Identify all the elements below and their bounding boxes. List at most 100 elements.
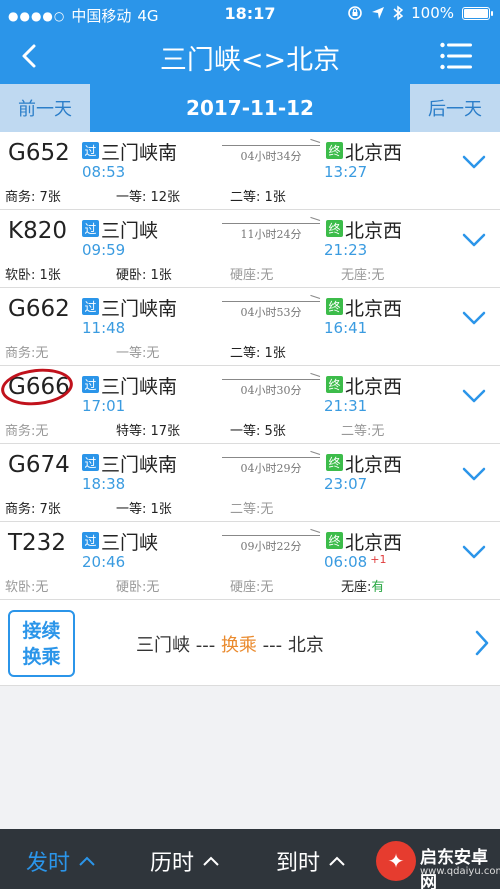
- departure-station: 三门峡南: [101, 142, 178, 164]
- transfer-button[interactable]: 接续 换乘: [8, 610, 75, 677]
- duration: 09小时22分: [222, 532, 320, 553]
- seat-class-1: 商务: 7张: [5, 502, 61, 517]
- date-bar: 前一天 2017-11-12 后一天: [0, 84, 500, 132]
- bluetooth-icon: [393, 5, 404, 21]
- terminal-station-tag: 终: [326, 454, 343, 471]
- departure-time: 18:38: [82, 475, 126, 493]
- seat-class-3: 硬座:无: [230, 580, 274, 595]
- departure-time: 08:53: [82, 163, 126, 181]
- train-number: G652: [8, 140, 70, 166]
- seat-available-mark: 有: [371, 580, 385, 595]
- pass-station-tag: 过: [82, 142, 99, 159]
- seat-class-2: 硬卧:无: [116, 580, 160, 595]
- arrival-station: 北京西: [345, 298, 403, 320]
- transfer-from: 三门峡: [136, 635, 190, 656]
- departure-station: 三门峡: [101, 532, 159, 554]
- arrival-time: 21:23: [324, 241, 370, 259]
- route-arrow: [222, 379, 320, 380]
- status-bar: ●●●●○ 中国移动 4G 18:17 100%: [0, 0, 500, 28]
- terminal-station-tag: 终: [326, 376, 343, 393]
- location-icon: [372, 7, 385, 19]
- sort-duration-button[interactable]: 历时: [150, 845, 220, 877]
- seat-class-2: 一等:无: [116, 346, 160, 361]
- sort-departure-label: 发时: [26, 851, 71, 876]
- status-right: 100%: [347, 4, 493, 22]
- seat-class-4: 无座:无: [341, 268, 385, 283]
- seat-class-2: 一等: 12张: [116, 190, 181, 205]
- chevron-up-icon: [203, 856, 219, 866]
- transfer-row[interactable]: 接续 换乘 三门峡 --- 换乘 --- 北京: [0, 600, 500, 686]
- route-arrow: [222, 223, 320, 224]
- departure-time: 11:48: [82, 319, 126, 337]
- seat-class-3: 硬座:无: [230, 268, 274, 283]
- terminal-station-tag: 终: [326, 220, 343, 237]
- train-row[interactable]: G674 过 三门峡南 18:38 04小时29分 终 北京西 23:07 商务…: [0, 444, 500, 522]
- seat-class-4: 无座:有: [341, 576, 384, 595]
- seat-class-3: 一等: 5张: [230, 424, 286, 439]
- seat-class-1: 商务:无: [5, 424, 49, 439]
- pass-station-tag: 过: [82, 454, 99, 471]
- chevron-down-icon[interactable]: [462, 310, 486, 326]
- arrival-time-text: 21:31: [324, 397, 368, 415]
- red-circle-annotation: [0, 365, 75, 409]
- chevron-down-icon[interactable]: [462, 544, 486, 560]
- arrival-time-text: 16:41: [324, 319, 368, 337]
- arrival-station: 北京西: [345, 532, 403, 554]
- departure-station: 三门峡南: [101, 376, 178, 398]
- sort-arrival-label: 到时: [276, 851, 321, 876]
- train-row[interactable]: K820 过 三门峡 09:59 11小时24分 终 北京西 21:23 软卧:…: [0, 210, 500, 288]
- seat-class-3: 二等:无: [230, 502, 274, 517]
- seat-class-3: 二等: 1张: [230, 190, 286, 205]
- terminal-station-tag: 终: [326, 298, 343, 315]
- current-date[interactable]: 2017-11-12: [90, 84, 410, 132]
- arrival-station: 北京西: [345, 142, 403, 164]
- arrival-station: 北京西: [345, 454, 403, 476]
- battery-percent: 100%: [411, 4, 454, 22]
- sort-departure-button[interactable]: 发时: [26, 845, 96, 877]
- chevron-down-icon[interactable]: [462, 466, 486, 482]
- departure-station: 三门峡南: [101, 298, 178, 320]
- route-arrow: [222, 301, 320, 302]
- chevron-right-icon[interactable]: [474, 630, 490, 656]
- sort-arrival-button[interactable]: 到时: [276, 845, 346, 877]
- seat-class-1: 软卧:无: [5, 580, 49, 595]
- route-arrow: [222, 535, 320, 536]
- seat-class-1: 商务:无: [5, 346, 49, 361]
- seat-class-1: 软卧: 1张: [5, 268, 61, 283]
- chevron-up-icon: [79, 856, 95, 866]
- arrival-time: 21:31: [324, 397, 370, 415]
- chevron-up-icon: [329, 856, 345, 866]
- duration-text: 04小时30分: [240, 384, 302, 397]
- nav-bar: 三门峡<>北京: [0, 28, 500, 84]
- orientation-lock-icon: [348, 6, 362, 20]
- transfer-button-line2: 换乘: [22, 645, 61, 668]
- arrival-time-text: 23:07: [324, 475, 368, 493]
- transfer-sep: ---: [190, 635, 221, 656]
- chevron-down-icon[interactable]: [462, 154, 486, 170]
- duration: 04小时53分: [222, 298, 320, 319]
- seat-class-3: 二等: 1张: [230, 346, 286, 361]
- sort-duration-label: 历时: [150, 851, 195, 876]
- train-row[interactable]: G666 过 三门峡南 17:01 04小时30分 终 北京西 21:31 商务…: [0, 365, 500, 444]
- prev-day-button[interactable]: 前一天: [0, 84, 90, 132]
- train-row[interactable]: G662 过 三门峡南 11:48 04小时53分 终 北京西 16:41 商务…: [0, 288, 500, 366]
- next-day-button[interactable]: 后一天: [410, 84, 500, 132]
- arrival-time: 13:27: [324, 163, 370, 181]
- list-menu-icon[interactable]: [440, 42, 472, 70]
- seat-class-1: 商务: 7张: [5, 190, 61, 205]
- seat-class-2: 特等: 17张: [116, 424, 181, 439]
- arrival-time-text: 13:27: [324, 163, 368, 181]
- train-row[interactable]: G652 过 三门峡南 08:53 04小时34分 终 北京西 13:27 商务…: [0, 132, 500, 210]
- train-number: G662: [8, 296, 70, 322]
- train-number: G674: [8, 452, 70, 478]
- duration-text: 04小时29分: [240, 462, 302, 475]
- departure-station: 三门峡: [101, 220, 159, 242]
- transfer-highlight: 换乘: [220, 635, 257, 656]
- duration-text: 11小时24分: [240, 228, 302, 241]
- chevron-down-icon[interactable]: [462, 388, 486, 404]
- departure-time: 17:01: [82, 397, 126, 415]
- duration: 04小时34分: [222, 142, 320, 163]
- chevron-down-icon[interactable]: [462, 232, 486, 248]
- train-row[interactable]: T232 过 三门峡 20:46 09小时22分 终 北京西 06:08 +1 软…: [0, 522, 500, 600]
- departure-station: 三门峡南: [101, 454, 178, 476]
